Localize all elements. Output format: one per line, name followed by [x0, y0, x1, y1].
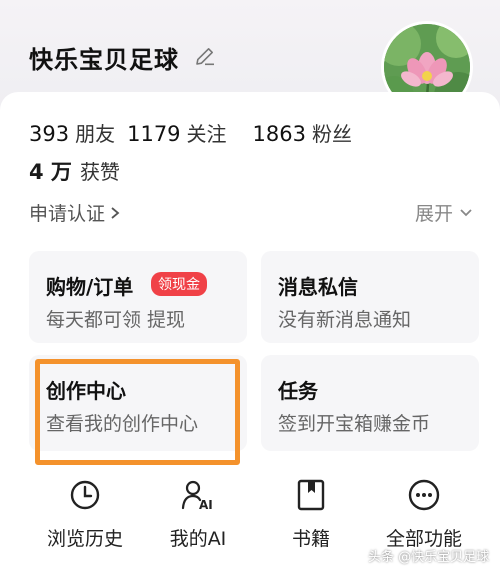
more-icon [408, 479, 440, 511]
clock-icon [70, 480, 100, 510]
orders-tile[interactable]: 购物/订单 领现金 每天都可领 提现 [29, 251, 247, 343]
highlight-box [35, 359, 240, 465]
followers-label[interactable]: 粉丝 [312, 118, 352, 147]
tasks-title: 任务 [278, 379, 318, 403]
likes-count: 4 万 [29, 160, 72, 184]
books-label: 书籍 [291, 528, 330, 550]
apply-verify-label: 申请认证 [29, 203, 106, 225]
watermark: 头条 @快乐宝贝足球 [368, 550, 490, 565]
books-button[interactable]: 书籍 [256, 476, 366, 556]
following-count[interactable]: 1179 [127, 122, 180, 146]
chevron-down-icon [460, 208, 472, 216]
edit-icon[interactable] [193, 44, 217, 68]
messages-title: 消息私信 [278, 275, 358, 299]
likes-row[interactable]: 4 万 获赞 [29, 156, 120, 186]
likes-label: 获赞 [79, 160, 120, 184]
all-functions-button[interactable]: 全部功能 [369, 476, 479, 556]
apply-verify-link[interactable]: 申请认证 [29, 199, 121, 226]
orders-title: 购物/订单 [46, 275, 134, 299]
friends-label[interactable]: 朋友 [75, 118, 115, 147]
browse-history-button[interactable]: 浏览历史 [30, 476, 140, 556]
book-icon [297, 479, 325, 511]
following-label[interactable]: 关注 [187, 118, 227, 147]
my-ai-label: 我的AI [169, 528, 227, 550]
browse-history-label: 浏览历史 [46, 528, 123, 550]
followers-count[interactable]: 1863 [253, 122, 306, 146]
messages-subtitle: 没有新消息通知 [278, 309, 412, 331]
stats-row: 393 朋友 1179 关注 1863 粉丝 [29, 118, 352, 146]
ai-person-icon: AI [181, 480, 213, 512]
username: 快乐宝贝足球 [29, 46, 179, 74]
orders-subtitle: 每天都可领 提现 [46, 309, 186, 331]
messages-tile[interactable]: 消息私信 没有新消息通知 [261, 251, 479, 343]
my-ai-button[interactable]: AI 我的AI [143, 476, 253, 556]
friends-count[interactable]: 393 [29, 122, 69, 146]
expand-button[interactable]: 展开 [415, 199, 473, 226]
expand-label: 展开 [415, 203, 454, 225]
chevron-right-icon [111, 206, 120, 219]
svg-text:AI: AI [199, 498, 213, 512]
cash-badge: 领现金 [151, 272, 207, 296]
tasks-tile[interactable]: 任务 签到开宝箱赚金币 [261, 355, 479, 451]
tasks-subtitle: 签到开宝箱赚金币 [278, 413, 431, 435]
